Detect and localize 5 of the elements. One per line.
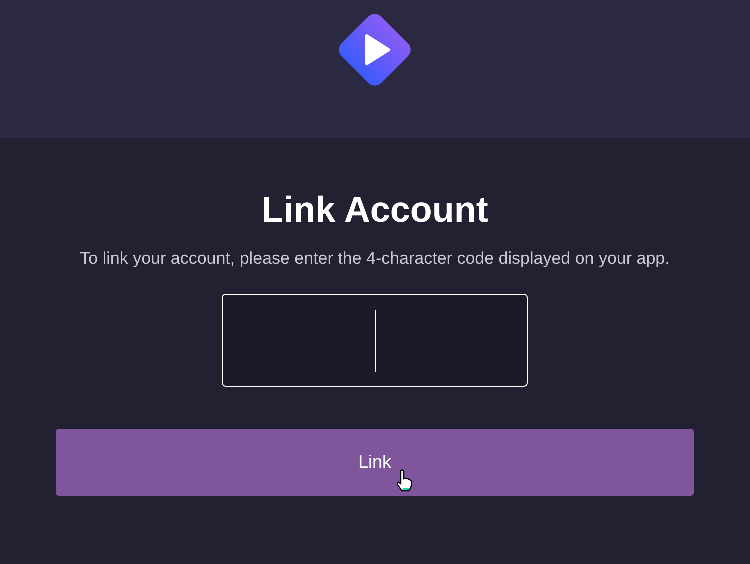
description: To link your account, please enter the 4-character code displayed on your app.: [79, 248, 671, 270]
code-field[interactable]: [222, 294, 528, 387]
link-button[interactable]: Link: [56, 429, 694, 496]
page-title: Link Account: [262, 188, 488, 232]
hand-cursor-icon: [396, 469, 414, 493]
